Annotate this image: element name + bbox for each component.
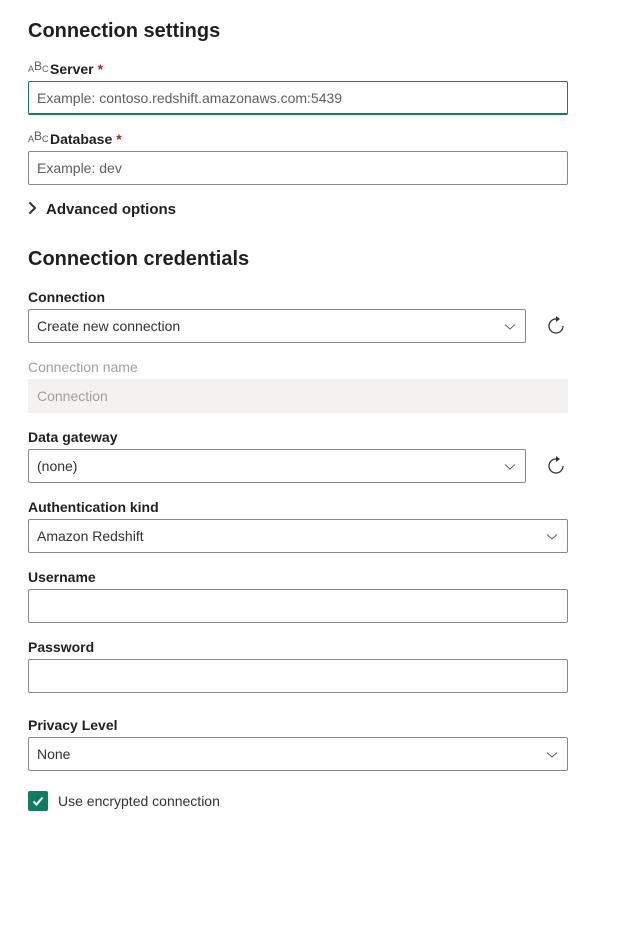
password-input[interactable] [28, 659, 568, 693]
username-input[interactable] [28, 589, 568, 623]
connection-name-label: Connection name [28, 359, 138, 375]
data-gateway-field: Data gateway (none) [28, 429, 568, 483]
server-label: Server [50, 61, 94, 77]
connection-select-value: Create new connection [37, 318, 180, 334]
data-gateway-select[interactable]: (none) [28, 449, 526, 483]
data-gateway-select-value: (none) [37, 458, 77, 474]
advanced-options-toggle[interactable]: Advanced options [28, 201, 568, 218]
auth-kind-select[interactable]: Amazon Redshift [28, 519, 568, 553]
required-indicator: * [98, 61, 103, 77]
refresh-icon [546, 316, 566, 336]
username-field: Username [28, 569, 568, 623]
required-indicator: * [116, 131, 121, 147]
password-field: Password [28, 639, 568, 693]
refresh-icon [546, 456, 566, 476]
check-icon [31, 794, 45, 808]
auth-kind-field: Authentication kind Amazon Redshift [28, 499, 568, 553]
data-gateway-label: Data gateway [28, 429, 117, 445]
encrypted-connection-row: Use encrypted connection [28, 791, 568, 811]
connection-name-field: Connection name [28, 359, 568, 413]
auth-kind-label: Authentication kind [28, 499, 159, 515]
database-field: ABC Database * [28, 131, 568, 185]
encrypted-connection-label: Use encrypted connection [58, 793, 220, 809]
connection-field: Connection Create new connection [28, 289, 568, 343]
connection-name-input [28, 379, 568, 413]
text-type-icon: ABC [28, 62, 46, 76]
privacy-level-select[interactable]: None [28, 737, 568, 771]
privacy-level-label: Privacy Level [28, 717, 118, 733]
advanced-options-label: Advanced options [46, 201, 176, 218]
privacy-level-select-value: None [37, 746, 70, 762]
connection-settings-heading: Connection settings [28, 20, 568, 43]
server-input[interactable] [28, 81, 568, 115]
password-label: Password [28, 639, 94, 655]
chevron-right-icon [28, 201, 38, 218]
refresh-gateway-button[interactable] [544, 454, 568, 478]
connection-credentials-heading: Connection credentials [28, 248, 568, 271]
refresh-connection-button[interactable] [544, 314, 568, 338]
database-input[interactable] [28, 151, 568, 185]
connection-label: Connection [28, 289, 105, 305]
text-type-icon: ABC [28, 132, 46, 146]
connection-select[interactable]: Create new connection [28, 309, 526, 343]
encrypted-connection-checkbox[interactable] [28, 791, 48, 811]
server-field: ABC Server * [28, 61, 568, 115]
username-label: Username [28, 569, 96, 585]
auth-kind-select-value: Amazon Redshift [37, 528, 144, 544]
database-label: Database [50, 131, 112, 147]
privacy-level-field: Privacy Level None [28, 717, 568, 771]
